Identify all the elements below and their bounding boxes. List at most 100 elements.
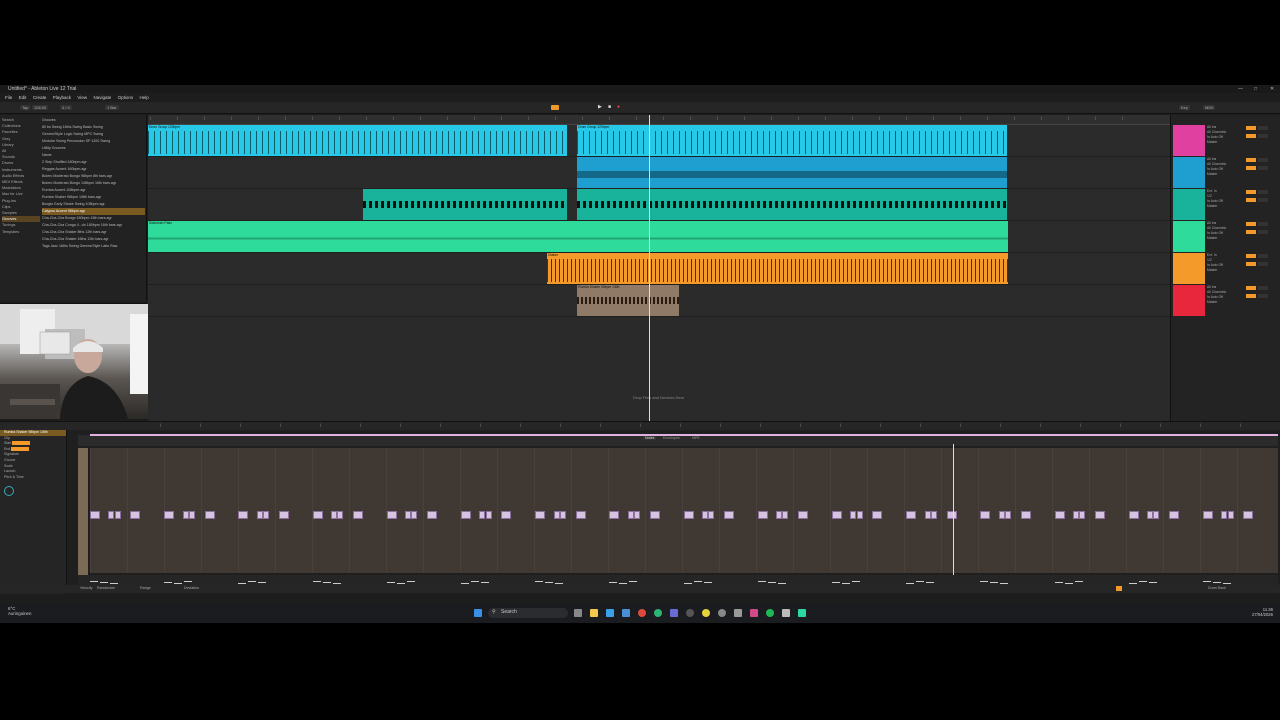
- arrangement-clip[interactable]: [362, 189, 567, 220]
- track-activator-button[interactable]: [1246, 190, 1256, 194]
- file-item[interactable]: Rumba Shaker 98bpm 1/8th bars.agr: [42, 194, 145, 201]
- midi-note[interactable]: [1221, 511, 1228, 519]
- file-item[interactable]: Rumba Accent 108bpm.agr: [42, 187, 145, 194]
- midi-note[interactable]: [164, 511, 175, 519]
- start-icon[interactable]: [474, 609, 482, 617]
- velocity-bar[interactable]: [609, 582, 618, 583]
- filter-tag[interactable]: Percussion: [67, 139, 85, 143]
- midi-note[interactable]: [1169, 511, 1180, 519]
- midi-note[interactable]: [856, 511, 863, 519]
- midi-note[interactable]: [649, 511, 660, 519]
- velocity-bar[interactable]: [767, 582, 776, 583]
- velocity-bar[interactable]: [926, 582, 935, 583]
- midi-note[interactable]: [776, 511, 783, 519]
- transpose-knob-icon[interactable]: [4, 485, 14, 496]
- midi-note[interactable]: [1005, 511, 1012, 519]
- midi-note[interactable]: [1147, 511, 1154, 519]
- menu-help[interactable]: Help: [140, 94, 149, 101]
- velocity-bar[interactable]: [832, 582, 840, 583]
- filter-tag[interactable]: Basic Swing: [83, 125, 103, 129]
- menu-playback[interactable]: Playback: [53, 94, 71, 101]
- tab-envelopes[interactable]: Envelopes: [663, 436, 680, 440]
- arm-button[interactable]: [1246, 262, 1256, 266]
- velocity-bar[interactable]: [990, 582, 999, 583]
- arrangement-clip[interactable]: Drum Group 120bpm: [148, 125, 568, 156]
- arrangement-ruler[interactable]: | | | | | | | | | | | | | | | | | | | | | | | | | | | | | | | | | | | | |: [148, 115, 1170, 125]
- midi-note[interactable]: [627, 511, 634, 519]
- file-item[interactable]: Bolero Moderato Bongo 98bpm 8th bars.agr: [42, 173, 145, 180]
- solo-button[interactable]: [1258, 286, 1268, 290]
- midi-note[interactable]: [575, 511, 586, 519]
- file-item[interactable]: 2 Step Shuffled 160bpm.agr: [42, 159, 145, 166]
- menu-view[interactable]: View: [77, 94, 87, 101]
- system-clock[interactable]: 11.36 27/04/2026: [1252, 607, 1273, 618]
- loop-brace[interactable]: [90, 434, 1278, 436]
- midi-note[interactable]: [278, 511, 289, 519]
- overview-timeline[interactable]: ||||||||||||||||||||||||||||||: [0, 421, 1280, 430]
- midi-note[interactable]: [1153, 511, 1160, 519]
- io-chooser[interactable]: Master: [1207, 236, 1245, 241]
- velocity-bar[interactable]: [1064, 583, 1073, 584]
- velocity-bar[interactable]: [619, 583, 628, 584]
- file-explorer-icon[interactable]: [590, 609, 598, 617]
- ableton-icon[interactable]: [782, 609, 790, 617]
- arrangement-clip[interactable]: Drum Group 120bpm: [577, 125, 1008, 156]
- piano-roll[interactable]: [90, 448, 1278, 573]
- velocity-bar[interactable]: [174, 583, 183, 584]
- midi-note[interactable]: [1073, 511, 1080, 519]
- solo-button[interactable]: [1258, 158, 1268, 162]
- record-icon[interactable]: ●: [615, 105, 622, 110]
- track-activator-button[interactable]: [1246, 286, 1256, 290]
- minimize-icon[interactable]: —: [1238, 86, 1243, 92]
- tag[interactable]: 16ths Swing: [59, 244, 79, 248]
- track-activator-button[interactable]: [1246, 158, 1256, 162]
- app-icon[interactable]: [750, 609, 758, 617]
- arm-button[interactable]: [1246, 294, 1256, 298]
- track-lane[interactable]: Drum Group 120bpm Drum Group 120bpm: [148, 125, 1170, 157]
- file-item[interactable]: Reggae Accent 160bpm.agr: [42, 166, 145, 173]
- filter-tag[interactable]: Modular Swing: [42, 139, 66, 143]
- mixer-track-color[interactable]: [1173, 157, 1205, 188]
- midi-note[interactable]: [723, 511, 734, 519]
- monitor-button[interactable]: [1258, 166, 1268, 170]
- file-item[interactable]: Boogie Early Stroke Swing 108bpm.agr: [42, 201, 145, 208]
- midi-note[interactable]: [114, 511, 121, 519]
- midi-note[interactable]: [924, 511, 931, 519]
- tag[interactable]: Jazz: [51, 244, 58, 248]
- midi-note[interactable]: [708, 511, 715, 519]
- track-lane[interactable]: Sidechain Pads: [148, 221, 1170, 253]
- velocity-bar[interactable]: [683, 583, 692, 584]
- velocity-bar[interactable]: [481, 582, 489, 583]
- midi-note[interactable]: [90, 511, 100, 519]
- io-chooser[interactable]: Master: [1207, 140, 1245, 145]
- velocity-bar[interactable]: [312, 581, 321, 582]
- midi-note[interactable]: [946, 511, 957, 519]
- velocity-bar[interactable]: [184, 581, 193, 582]
- midi-note[interactable]: [352, 511, 363, 519]
- arrangement-record-icon[interactable]: [551, 105, 559, 110]
- velocity-bar[interactable]: [1203, 581, 1211, 582]
- app-icon[interactable]: [702, 609, 710, 617]
- velocity-bar[interactable]: [916, 581, 925, 582]
- filter-tag[interactable]: 80 bs Swing: [42, 125, 62, 129]
- midi-note[interactable]: [683, 511, 694, 519]
- velocity-bar[interactable]: [842, 583, 850, 584]
- menu-file[interactable]: File: [5, 94, 12, 101]
- velocity-bar[interactable]: [164, 582, 173, 583]
- velocity-bar[interactable]: [100, 582, 108, 583]
- tab-mpe[interactable]: MPE: [692, 436, 700, 440]
- midi-note[interactable]: [559, 511, 566, 519]
- midi-note[interactable]: [1227, 511, 1234, 519]
- track-activator-button[interactable]: [1246, 126, 1256, 130]
- velocity-bar[interactable]: [461, 583, 469, 584]
- midi-note[interactable]: [930, 511, 937, 519]
- maximize-icon[interactable]: □: [1254, 86, 1257, 92]
- arm-button[interactable]: [1246, 134, 1256, 138]
- velocity-bar[interactable]: [1138, 581, 1147, 582]
- midi-note[interactable]: [998, 511, 1005, 519]
- midi-note[interactable]: [182, 511, 189, 519]
- velocity-bar[interactable]: [535, 581, 544, 582]
- app-icon[interactable]: [798, 609, 806, 617]
- monitor-button[interactable]: [1258, 134, 1268, 138]
- file-item[interactable]: Cha-Cha-Cha Conga 4...do 180bpm 16th bar…: [42, 222, 145, 229]
